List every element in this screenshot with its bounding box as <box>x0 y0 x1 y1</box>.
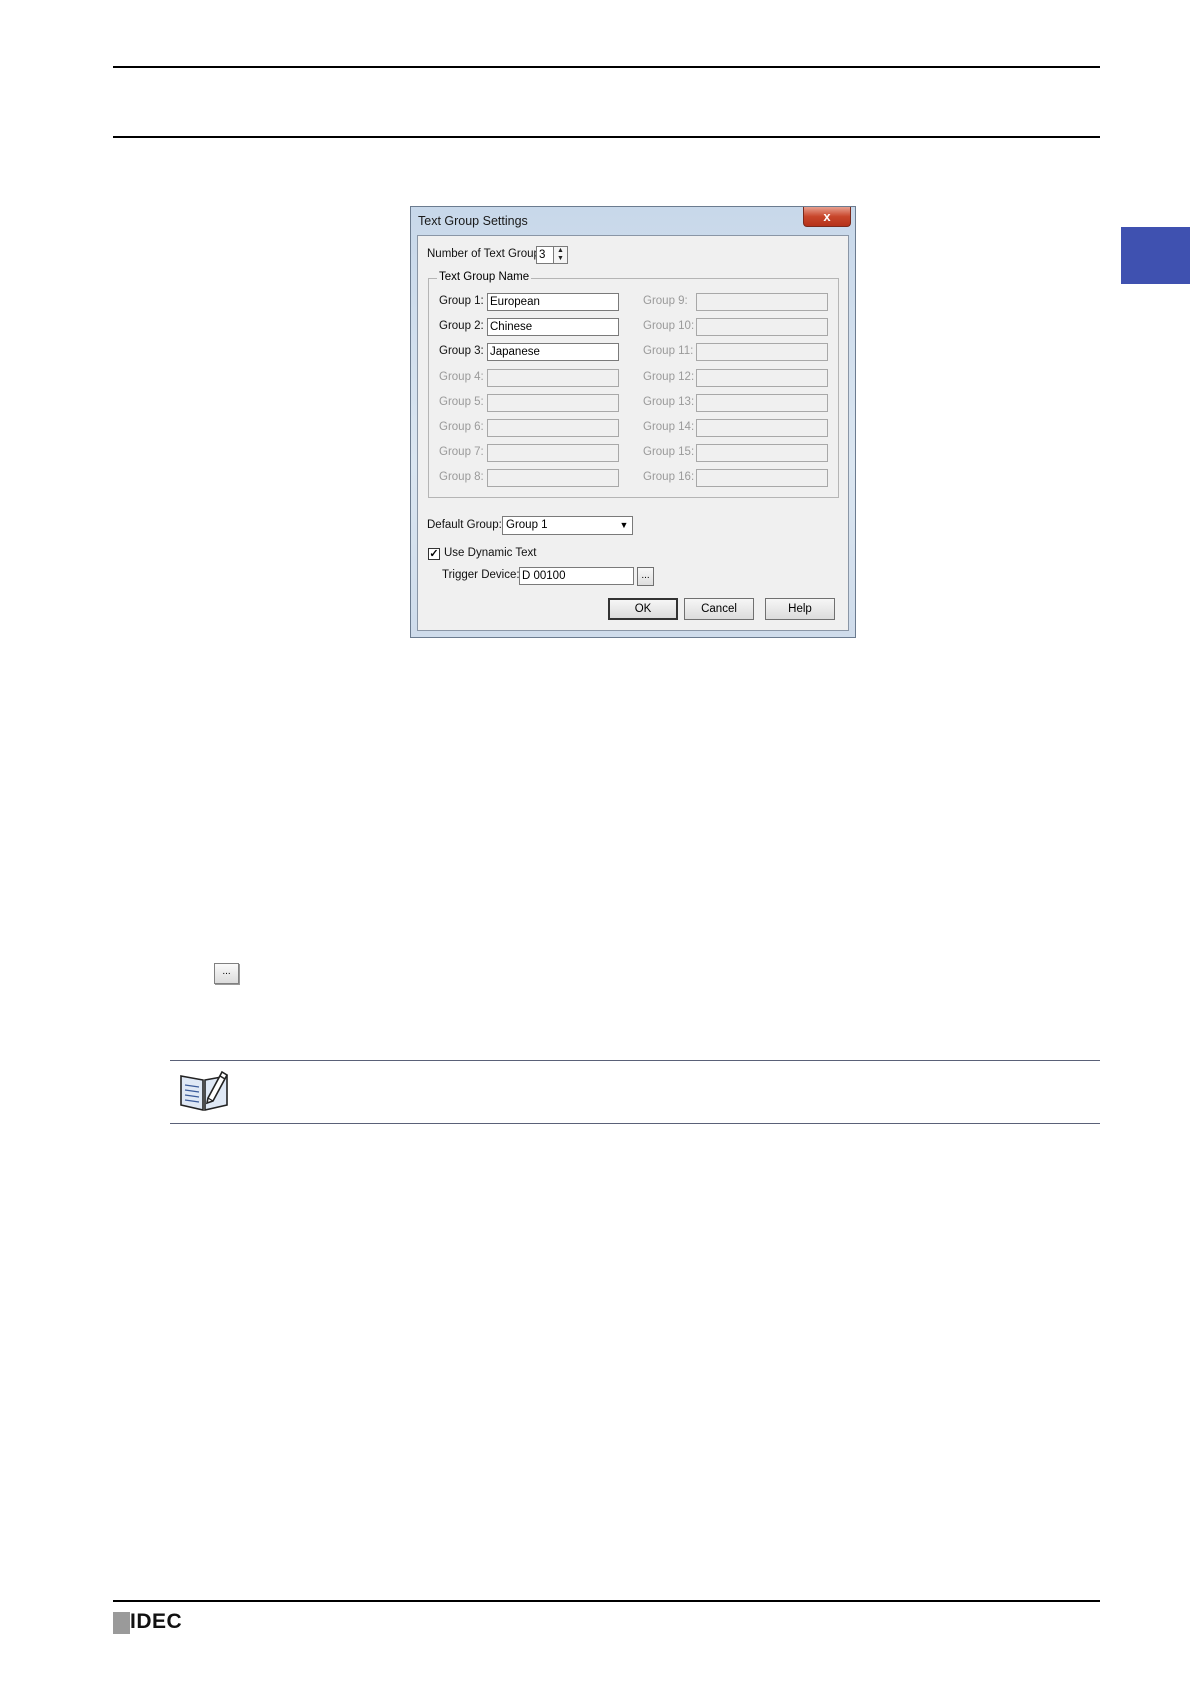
default-group-select[interactable]: Group 1 ▼ <box>502 516 633 535</box>
group-label: Group 12: <box>643 370 695 383</box>
group-name-input[interactable]: Japanese <box>487 343 619 362</box>
group-name-input[interactable] <box>487 393 619 412</box>
logo-text: IDEC <box>130 1610 183 1633</box>
number-of-text-groups-label: Number of Text Groups: <box>427 248 549 260</box>
default-group-value: Group 1 <box>506 519 548 531</box>
group-name-input[interactable]: Chinese <box>487 318 619 337</box>
note-rule-bottom <box>170 1123 1100 1124</box>
close-button[interactable]: x <box>803 207 851 227</box>
use-dynamic-text-label: Use Dynamic Text <box>444 547 537 559</box>
header-rule-top <box>113 66 1100 68</box>
ok-button[interactable]: OK <box>608 598 678 620</box>
help-button[interactable]: Help <box>765 598 835 620</box>
spin-down-icon[interactable]: ▼ <box>554 255 567 263</box>
default-group-label: Default Group: <box>427 519 502 531</box>
group-name-input[interactable] <box>487 444 619 463</box>
group-label: Group 8: <box>439 471 484 484</box>
group-name-input[interactable] <box>487 469 619 488</box>
group-name-input[interactable]: European <box>487 293 619 311</box>
group-label: Group 7: <box>439 446 484 459</box>
group-name-input[interactable] <box>487 368 619 387</box>
number-of-text-groups-input[interactable]: 3 <box>536 246 554 264</box>
group-label: Group 10: <box>643 320 695 333</box>
browse-button-illustration: ... <box>214 963 239 984</box>
group-label: Group 5: <box>439 395 484 408</box>
spin-up-icon[interactable]: ▲ <box>554 247 567 255</box>
group-name-input[interactable] <box>696 444 828 463</box>
group-name-input[interactable] <box>696 393 828 412</box>
chapter-tab <box>1121 227 1190 284</box>
group-name-input[interactable] <box>696 293 828 311</box>
group-name-input[interactable] <box>696 469 828 488</box>
chevron-down-icon[interactable]: ▼ <box>618 519 630 532</box>
group-name-input[interactable] <box>696 419 828 437</box>
group-name-input[interactable] <box>696 318 828 337</box>
note-book-pencil-icon <box>180 1070 229 1112</box>
dialog-client-area: Number of Text Groups: 3 ▲ ▼ Text Group … <box>417 235 849 631</box>
group-label: Group 11: <box>643 345 694 358</box>
text-group-name-title: Text Group Name <box>437 271 532 283</box>
group-label: Group 14: <box>643 421 695 433</box>
trigger-device-browse-button[interactable]: ... <box>637 567 654 586</box>
dialog-title: Text Group Settings <box>418 214 528 228</box>
cancel-button[interactable]: Cancel <box>684 598 754 620</box>
group-label: Group 13: <box>643 395 695 408</box>
text-group-name-box: Text Group Name Group 1: European Group 2:… <box>428 271 839 498</box>
number-of-text-groups-spinner[interactable]: ▲ ▼ <box>553 246 568 264</box>
group-name-input[interactable] <box>696 343 828 362</box>
group-label: Group 2: <box>439 320 484 333</box>
group-label: Group 3: <box>439 345 484 358</box>
logo-bar <box>113 1612 130 1634</box>
header-rule-bottom <box>113 136 1100 138</box>
group-label: Group 4: <box>439 370 484 383</box>
group-label: Group 9: <box>643 295 688 307</box>
group-label: Group 15: <box>643 446 695 459</box>
note-rule-top <box>170 1060 1100 1061</box>
text-group-settings-dialog: Text Group Settings x Number of Text Gro… <box>410 206 856 638</box>
group-label: Group 6: <box>439 421 484 433</box>
footer-rule <box>113 1600 1100 1602</box>
group-label: Group 16: <box>643 471 695 484</box>
group-label: Group 1: <box>439 295 484 307</box>
trigger-device-label: Trigger Device: <box>442 569 520 581</box>
group-name-input[interactable] <box>696 368 828 387</box>
trigger-device-input[interactable]: D 00100 <box>519 567 634 585</box>
use-dynamic-text-checkbox[interactable]: ✓ <box>428 548 440 560</box>
group-name-input[interactable] <box>487 419 619 437</box>
